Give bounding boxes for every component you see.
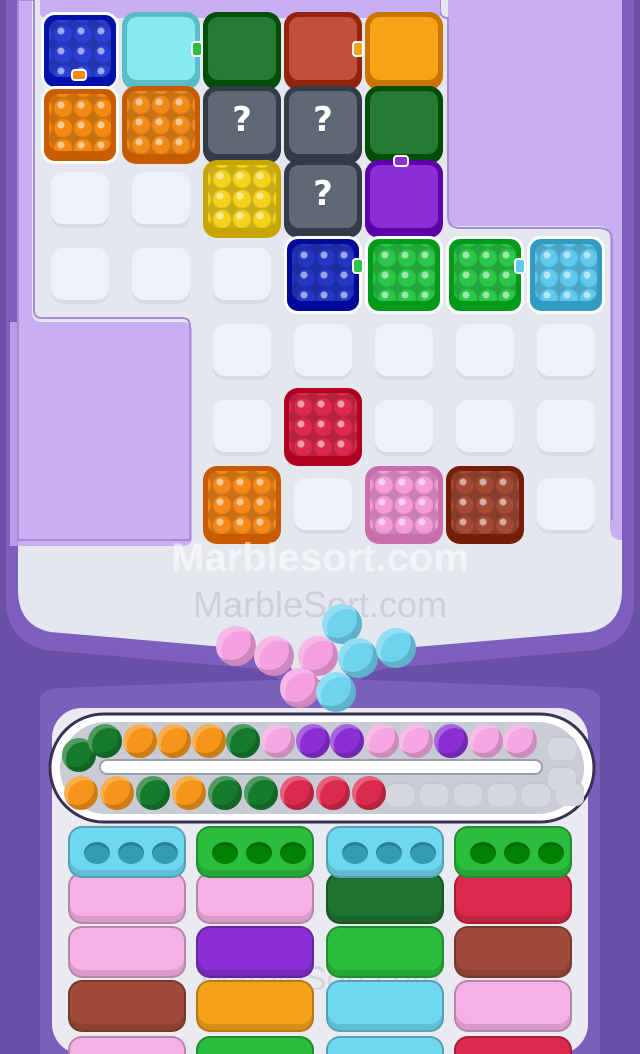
empty-conveyor-slot <box>548 766 576 790</box>
empty-conveyor-slot <box>386 782 414 806</box>
conveyor-marble <box>434 724 468 758</box>
conveyor-marble <box>88 724 122 758</box>
box-hole <box>118 842 144 864</box>
box-hole <box>504 842 530 864</box>
box-hole <box>538 842 564 864</box>
queued-box <box>454 872 572 924</box>
box-hole <box>342 842 368 864</box>
conveyor-marble <box>280 776 314 810</box>
box-hole <box>376 842 402 864</box>
queued-box <box>68 980 186 1032</box>
conveyor-marble <box>244 776 278 810</box>
conveyor-marble <box>295 724 330 758</box>
queued-box <box>68 1036 186 1054</box>
box-hole <box>470 842 496 864</box>
queued-box <box>326 872 444 924</box>
box-hole <box>410 842 436 864</box>
conveyor-marble <box>364 724 399 758</box>
box-hole <box>246 842 272 864</box>
queued-box <box>326 926 444 978</box>
box-hole <box>84 842 110 864</box>
queued-box <box>196 980 314 1032</box>
conveyor-marble <box>352 776 386 810</box>
empty-conveyor-slot <box>454 782 482 806</box>
empty-conveyor-slot <box>488 782 516 806</box>
queued-box <box>68 872 186 924</box>
queued-box <box>454 980 572 1032</box>
empty-conveyor-slot <box>548 736 576 760</box>
empty-conveyor-slot <box>420 782 448 806</box>
conveyor-marble <box>172 776 206 810</box>
queued-box <box>454 1036 572 1054</box>
active-box[interactable] <box>68 826 186 878</box>
conveyor-marble <box>208 776 242 810</box>
conveyor-marble <box>468 724 503 758</box>
conveyor-marble <box>316 776 350 810</box>
conveyor-marble <box>122 724 157 758</box>
conveyor-marble <box>330 724 365 758</box>
queued-box <box>68 926 186 978</box>
queued-box <box>196 926 314 978</box>
conveyor-marble <box>64 776 98 810</box>
empty-conveyor-slot <box>522 782 550 806</box>
conveyor-marble <box>100 776 134 810</box>
active-box[interactable] <box>326 826 444 878</box>
game-scene: ??? Marblesort.com MarbleSort.com Marble… <box>0 0 640 1054</box>
conveyor-marble <box>503 724 538 758</box>
queued-box <box>196 872 314 924</box>
conveyor-marble <box>157 724 192 758</box>
box-hole <box>212 842 238 864</box>
conveyor-marble <box>191 724 226 758</box>
queued-box <box>454 926 572 978</box>
queued-box <box>326 1036 444 1054</box>
active-box[interactable] <box>196 826 314 878</box>
active-box[interactable] <box>454 826 572 878</box>
box-hole <box>152 842 178 864</box>
queued-box <box>196 1036 314 1054</box>
queued-box <box>326 980 444 1032</box>
conveyor-marble <box>136 776 170 810</box>
box-hole <box>280 842 306 864</box>
conveyor-marble <box>261 724 295 758</box>
